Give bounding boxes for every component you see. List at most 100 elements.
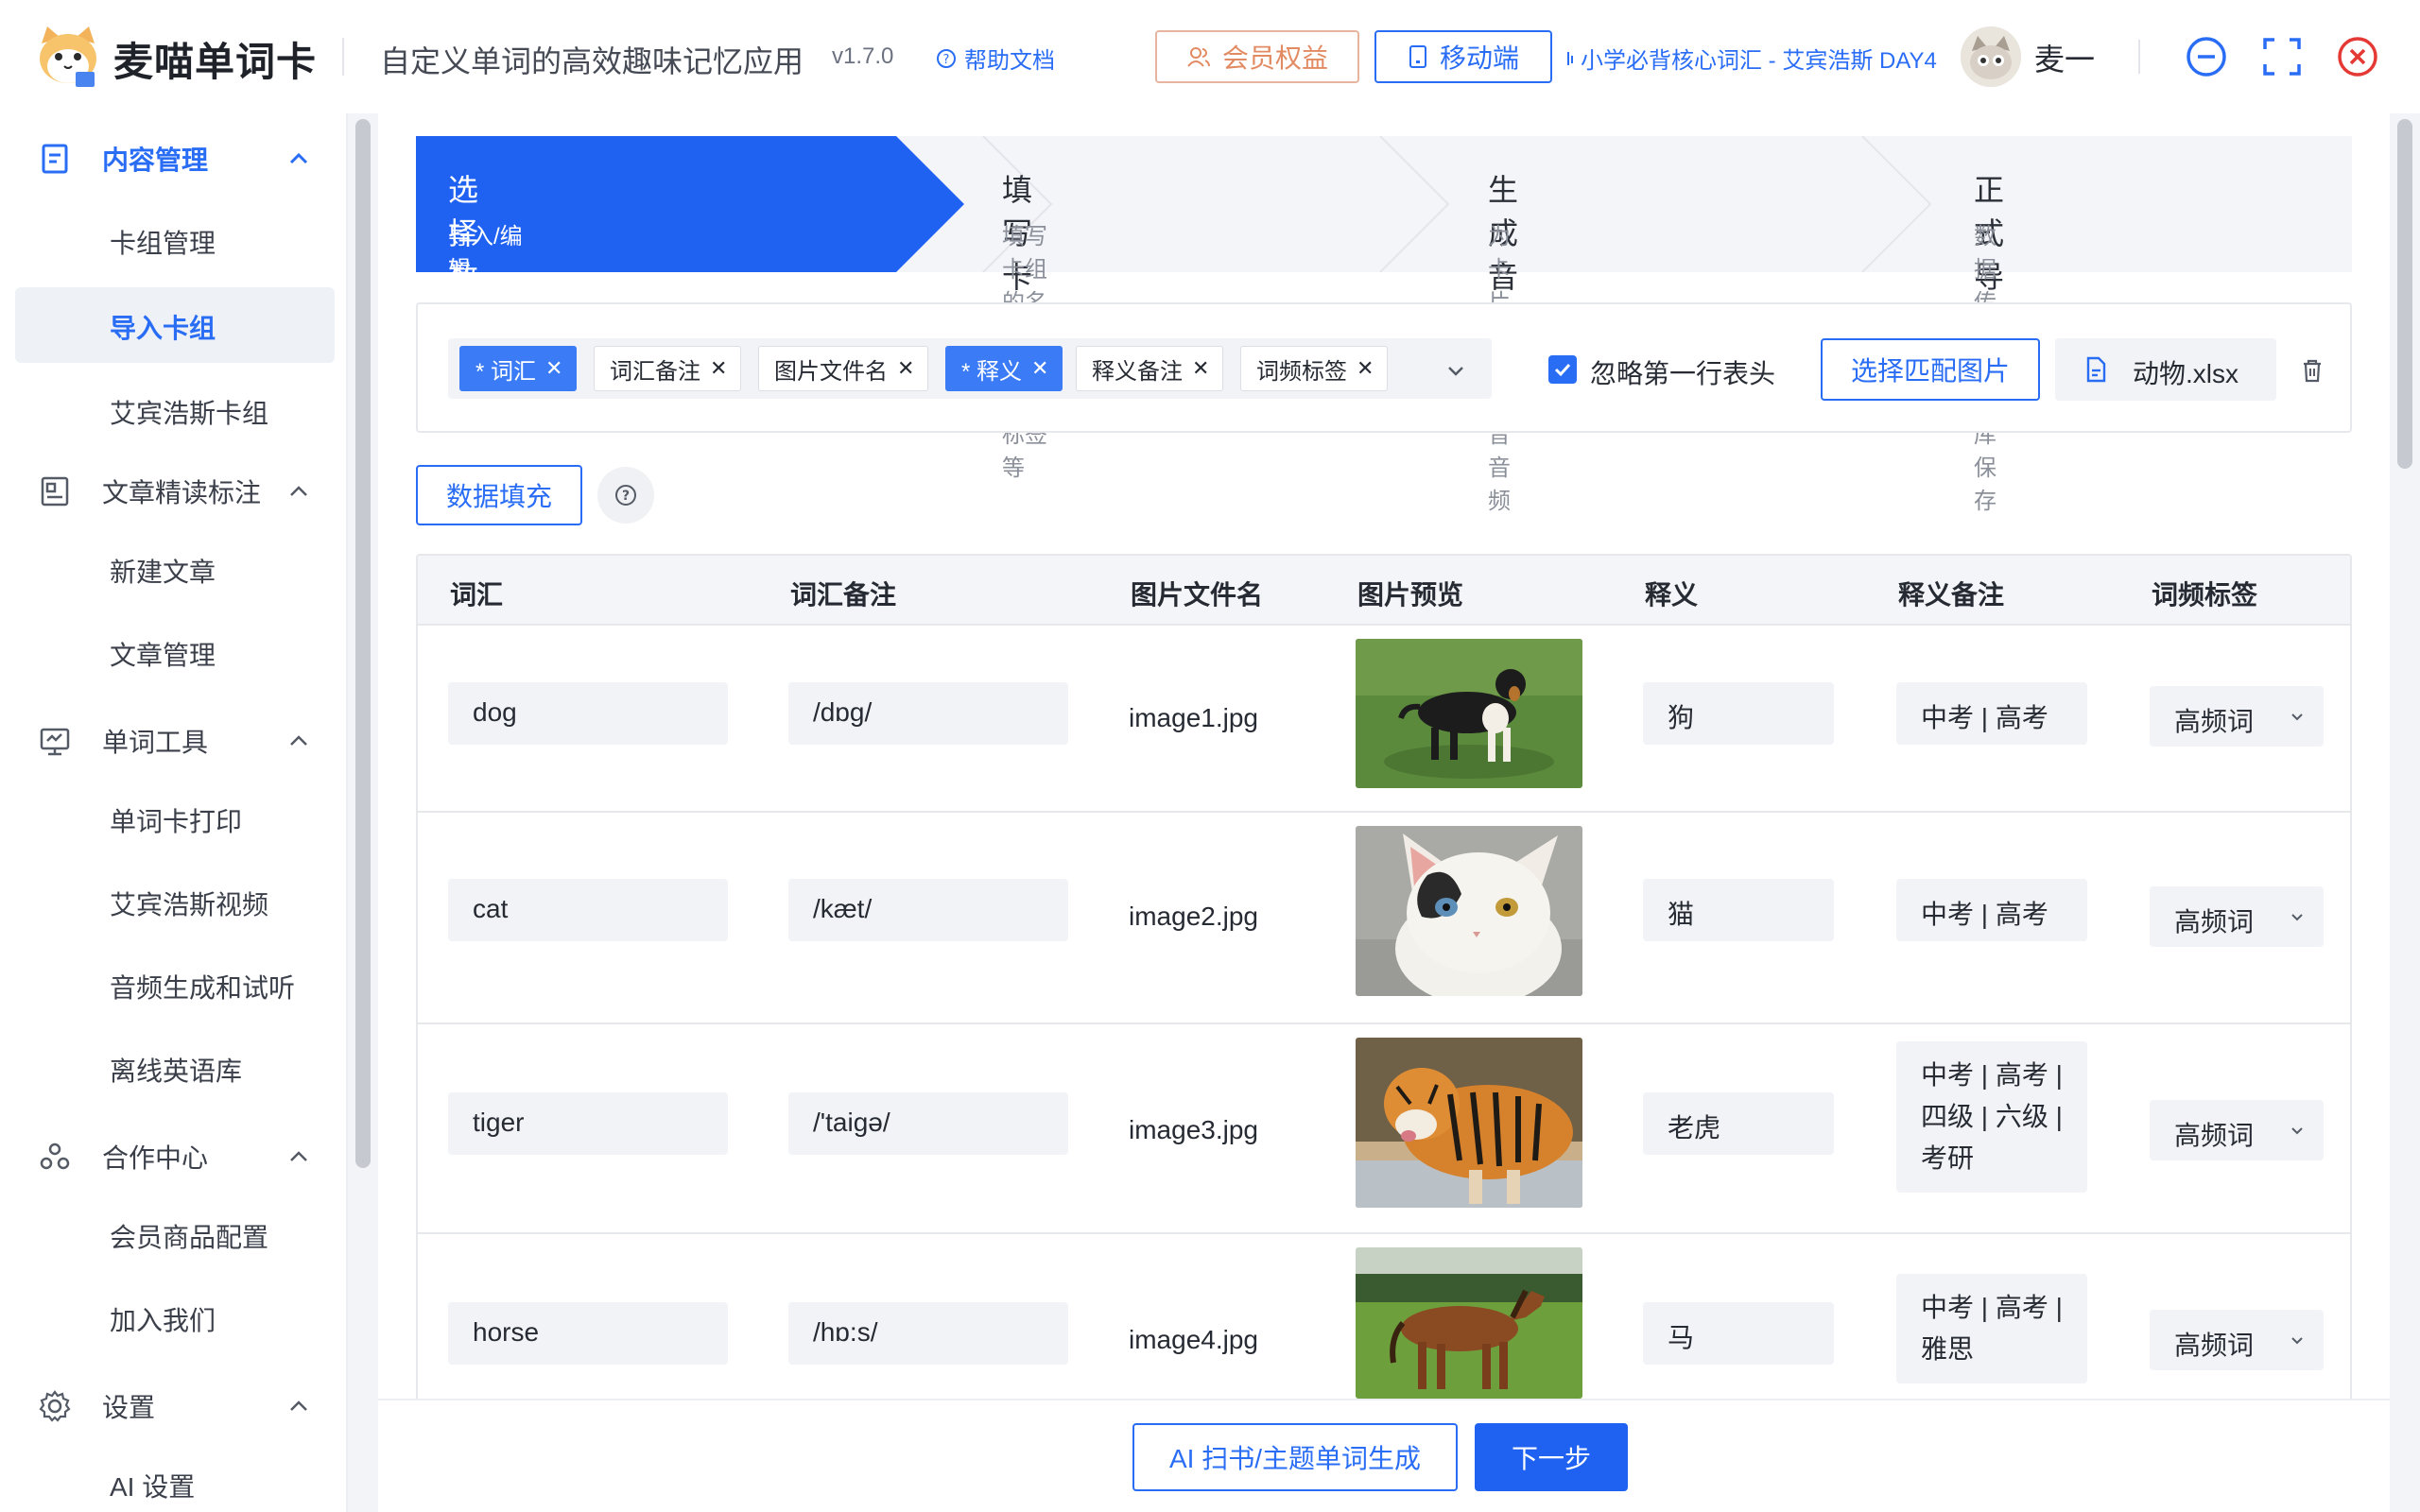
column-tag-word-note[interactable]: 词汇备注 ✕ [594,346,742,391]
main-scrollbar[interactable] [2397,119,2412,469]
help-label: 帮助文档 [964,48,1055,74]
word-input[interactable]: tiger [448,1092,728,1155]
sidebar-group-label: 单词工具 [102,728,209,757]
main-content: 选择数据源 导入/编辑 Excel/Pdf 数据和图片 填写卡组信息 填写卡组的… [378,113,2390,1512]
close-icon[interactable]: ✕ [1192,356,1209,381]
meaning-note-input[interactable]: 中考 | 高考 | 雅思 [1896,1274,2087,1383]
minimize-button[interactable] [2184,34,2229,79]
import-options-card: * 词汇 ✕ 词汇备注 ✕ 图片文件名 ✕ * 释义 ✕ 释义备注 ✕ 词频标签 ✕ 忽略第… [416,302,2352,433]
sidebar-group-settings[interactable]: 设置 [0,1365,335,1448]
column-header: 图片预览 [1357,580,1464,610]
close-icon[interactable]: ✕ [710,356,727,381]
ignore-header-checkbox[interactable] [1548,355,1577,384]
close-icon[interactable]: ✕ [897,356,914,381]
image-filename: image2.jpg [1129,902,1258,931]
frequency-value: 高频词 [2174,1331,2255,1360]
help-button[interactable]: ? [597,467,654,524]
sidebar-item-deck-manage[interactable]: 卡组管理 [15,202,335,278]
sidebar-item-label: 新建文章 [110,558,216,587]
close-button[interactable] [2335,34,2380,79]
sidebar-item-join-us[interactable]: 加入我们 [15,1280,335,1355]
horse-image [1356,1247,1582,1399]
column-tag-meaning[interactable]: * 释义 ✕ [945,346,1063,391]
column-header: 词汇 [450,580,504,610]
member-benefits-button[interactable]: 会员权益 [1155,30,1359,83]
sidebar-item-card-print[interactable]: 单词卡打印 [15,781,335,856]
selected-file[interactable]: 动物.xlsx [2055,338,2276,401]
now-playing-link[interactable]: 小学必背核心词汇 - 艾宾浩斯 DAY4 [1565,42,1937,75]
meaning-input[interactable]: 马 [1643,1302,1834,1365]
frequency-select[interactable]: 高频词 [2150,1310,2324,1370]
meaning-note-input[interactable]: 中考 | 高考 | 四级 | 六级 | 考研 [1896,1041,2087,1193]
frequency-select[interactable]: 高频词 [2150,1100,2324,1160]
divider [2138,40,2140,74]
meaning-input[interactable]: 狗 [1643,682,1834,745]
tag-label: * 词汇 [475,358,537,385]
meaning-note-input[interactable]: 中考 | 高考 [1896,879,2087,941]
meaning-input[interactable]: 猫 [1643,879,1834,941]
sidebar-item-new-article[interactable]: 新建文章 [15,531,335,607]
word-note-input[interactable]: /kæt/ [788,879,1068,941]
sidebar-group-word-tools[interactable]: 单词工具 [0,699,335,782]
sidebar-item-ebbinghaus-video[interactable]: 艾宾浩斯视频 [15,864,335,939]
column-tag-frequency[interactable]: 词频标签 ✕ [1240,346,1389,391]
avatar[interactable] [1961,26,2021,87]
meaning-input[interactable]: 老虎 [1643,1092,1834,1155]
sidebar-item-import-deck[interactable]: 导入卡组 [15,287,335,363]
word-note-input[interactable]: /dɒg/ [788,682,1068,745]
sidebar-item-member-products[interactable]: 会员商品配置 [15,1196,335,1272]
sidebar-item-label: 文章管理 [110,641,216,670]
data-fill-button[interactable]: 数据填充 [416,465,582,525]
word-input[interactable]: dog [448,682,728,745]
sidebar-group-label: 设置 [102,1393,156,1422]
sidebar-item-audio-gen[interactable]: 音频生成和试听 [15,947,335,1022]
image-filename: image1.jpg [1129,703,1258,732]
help-link[interactable]: ? 帮助文档 [936,42,1055,75]
meaning-note-input[interactable]: 中考 | 高考 [1896,682,2087,745]
app-name: 麦喵单词卡 [113,40,318,84]
sidebar-item-ebbinghaus-deck[interactable]: 艾宾浩斯卡组 [15,372,335,448]
frequency-select[interactable]: 高频词 [2150,686,2324,747]
column-tag-word[interactable]: * 词汇 ✕ [459,346,578,391]
meaning-note-line: 中考 | 高考 | [1921,1060,2063,1090]
close-icon [2338,37,2377,77]
tag-label: 词汇备注 [610,358,700,385]
close-icon[interactable]: ✕ [1031,356,1048,381]
close-icon[interactable]: ✕ [545,356,562,381]
ai-generate-button[interactable]: AI 扫书/主题单词生成 [1132,1423,1458,1491]
sidebar-item-ai-settings[interactable]: AI 设置 [15,1446,335,1512]
fullscreen-icon [2263,38,2301,76]
check-icon [1554,363,1571,377]
meaning-note-line: 雅思 [1921,1334,1975,1364]
column-select[interactable]: * 词汇 ✕ 词汇备注 ✕ 图片文件名 ✕ * 释义 ✕ 释义备注 ✕ 词频标签 ✕ [448,338,1492,399]
frequency-select[interactable]: 高频词 [2150,886,2324,947]
column-tag-image-file[interactable]: 图片文件名 ✕ [758,346,929,391]
sidebar-scrollbar[interactable] [355,119,371,1168]
sidebar-group-article[interactable]: 文章精读标注 [0,450,335,533]
cat-avatar-icon [1961,26,2021,87]
fullscreen-button[interactable] [2259,34,2305,79]
chevron-down-icon[interactable] [1443,357,1469,384]
file-icon [2086,356,2106,383]
mobile-label: 移动端 [1439,43,1519,73]
word-note-input[interactable]: /'taigə/ [788,1092,1068,1155]
column-tag-meaning-note[interactable]: 释义备注 ✕ [1076,346,1224,391]
sidebar-group-cooperation[interactable]: 合作中心 [0,1115,335,1198]
mobile-button[interactable]: 移动端 [1374,30,1552,83]
sidebar-group-label: 文章精读标注 [102,478,262,507]
column-header: 图片文件名 [1131,580,1264,610]
close-icon[interactable]: ✕ [1357,356,1374,381]
match-images-button[interactable]: 选择匹配图片 [1821,338,2040,401]
word-note-input[interactable]: /hɒ:s/ [788,1302,1068,1365]
sidebar-item-article-manage[interactable]: 文章管理 [15,614,335,690]
sidebar-item-label: 音频生成和试听 [110,973,296,1003]
word-input[interactable]: cat [448,879,728,941]
word-input[interactable]: horse [448,1302,728,1365]
gear-icon [39,1390,71,1422]
sidebar-group-content[interactable]: 内容管理 [0,117,335,200]
next-step-button[interactable]: 下一步 [1475,1423,1628,1491]
sidebar-item-label: 会员商品配置 [110,1223,269,1252]
trash-icon[interactable] [2299,357,2325,384]
divider [342,38,344,76]
sidebar-item-offline-library[interactable]: 离线英语库 [15,1030,335,1106]
